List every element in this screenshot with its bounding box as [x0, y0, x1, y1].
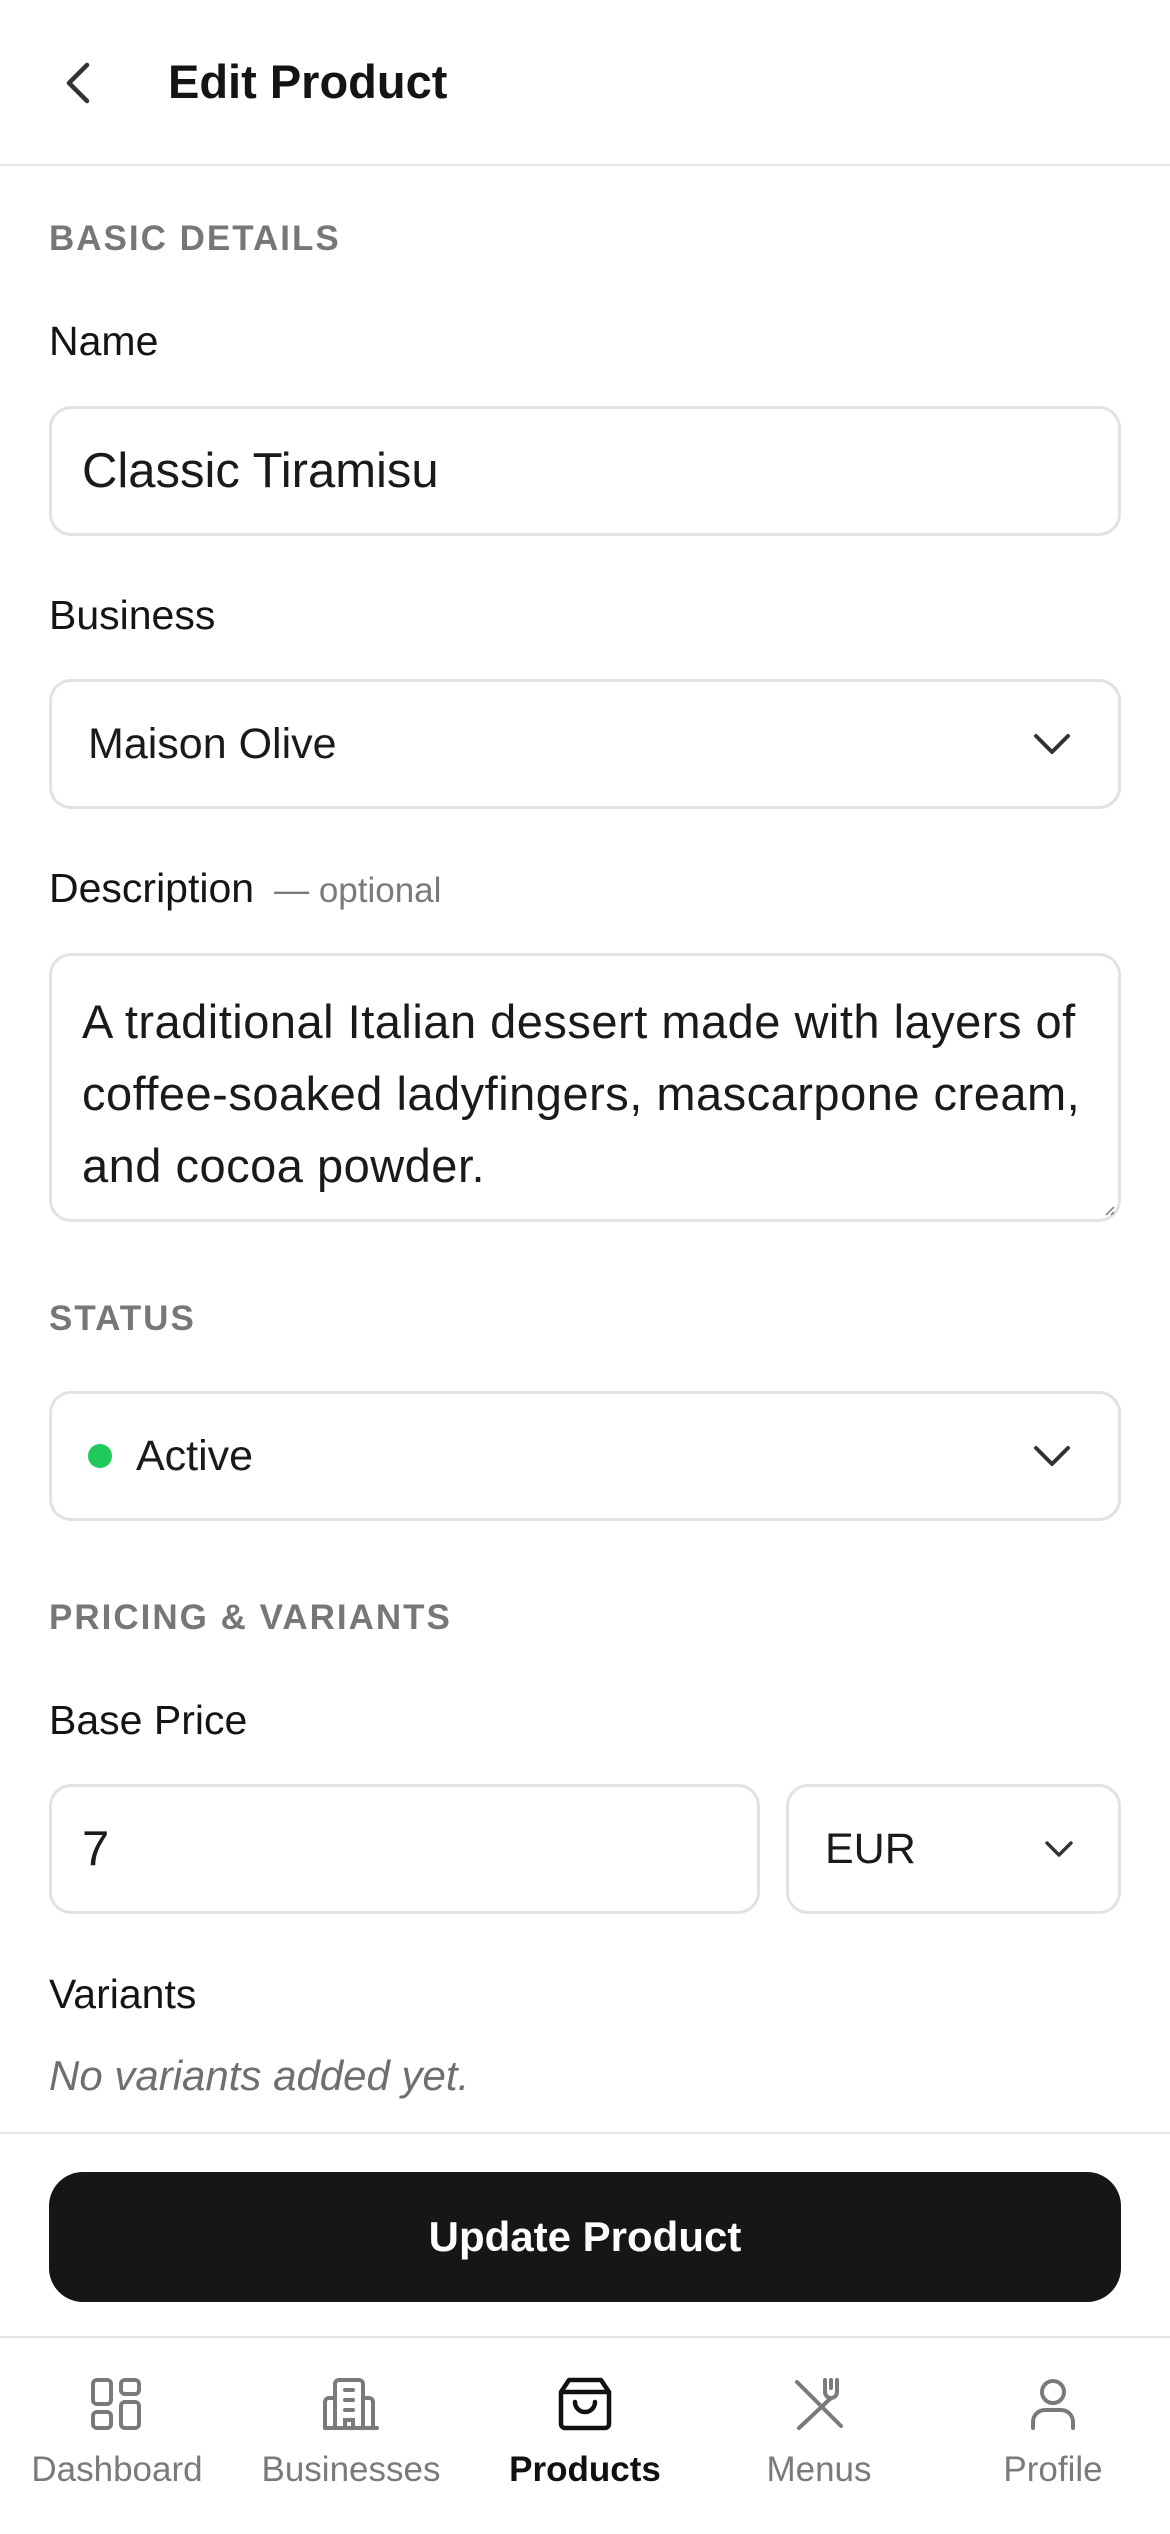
grid-icon: [91, 2378, 141, 2430]
base-price-value: 7: [82, 1822, 110, 1876]
chevron-down-icon: [1045, 1841, 1073, 1857]
description-label-text: Description: [49, 865, 255, 911]
tab-profile[interactable]: Profile: [936, 2338, 1170, 2534]
shopping-bag-icon: [558, 2377, 612, 2431]
user-icon: [1031, 2379, 1075, 2430]
tab-products[interactable]: Products: [468, 2338, 702, 2534]
optional-hint: — optional: [274, 871, 442, 910]
tab-label: Businesses: [261, 2450, 441, 2489]
business-select-value: Maison Olive: [88, 719, 337, 768]
tab-businesses[interactable]: Businesses: [234, 2338, 468, 2534]
variants-empty-note: No variants added yet.: [49, 2052, 470, 2099]
business-select[interactable]: Maison Olive: [49, 679, 1121, 809]
base-price-label: Base Price: [49, 1697, 248, 1743]
status-select-value: Active: [136, 1431, 254, 1480]
name-input[interactable]: Classic Tiramisu: [49, 406, 1121, 536]
tab-label: Menus: [766, 2450, 872, 2489]
update-product-button[interactable]: Update Product: [49, 2172, 1121, 2302]
name-input-value: Classic Tiramisu: [82, 444, 439, 498]
description-label: Description — optional: [49, 862, 441, 917]
app-header: Edit Product: [0, 0, 1170, 166]
section-pricing-variants: PRICING & VARIANTS: [49, 1598, 452, 1637]
tab-label: Dashboard: [31, 2450, 203, 2489]
section-status: STATUS: [49, 1299, 196, 1338]
variants-label: Variants: [49, 1971, 197, 2017]
description-textarea[interactable]: A traditional Italian dessert made with …: [49, 953, 1121, 1222]
section-basic-details: BASIC DETAILS: [49, 219, 341, 258]
business-label: Business: [49, 592, 216, 638]
chevron-left-icon: [66, 62, 90, 104]
status-indicator-dot: [88, 1444, 112, 1468]
chevron-down-icon: [1034, 734, 1070, 754]
status-select[interactable]: Active: [49, 1391, 1121, 1521]
utensils-icon: [795, 2378, 843, 2430]
currency-select[interactable]: EUR: [786, 1784, 1121, 1914]
back-button[interactable]: [50, 50, 106, 116]
tab-label: Products: [509, 2450, 661, 2489]
description-value: A traditional Italian dessert made with …: [82, 995, 1081, 1192]
currency-select-value: EUR: [825, 1824, 916, 1873]
bottom-tab-bar: Dashboard Businesses Products Menus Prof…: [0, 2336, 1170, 2532]
building-icon: [323, 2378, 379, 2430]
tab-label: Profile: [1003, 2450, 1103, 2489]
chevron-down-icon: [1034, 1446, 1070, 1466]
resize-handle-icon[interactable]: [1102, 1203, 1116, 1217]
page-title: Edit Product: [168, 55, 448, 108]
name-label: Name: [49, 318, 159, 364]
tab-dashboard[interactable]: Dashboard: [0, 2338, 234, 2534]
base-price-input[interactable]: 7: [49, 1784, 760, 1914]
tab-menus[interactable]: Menus: [702, 2338, 936, 2534]
